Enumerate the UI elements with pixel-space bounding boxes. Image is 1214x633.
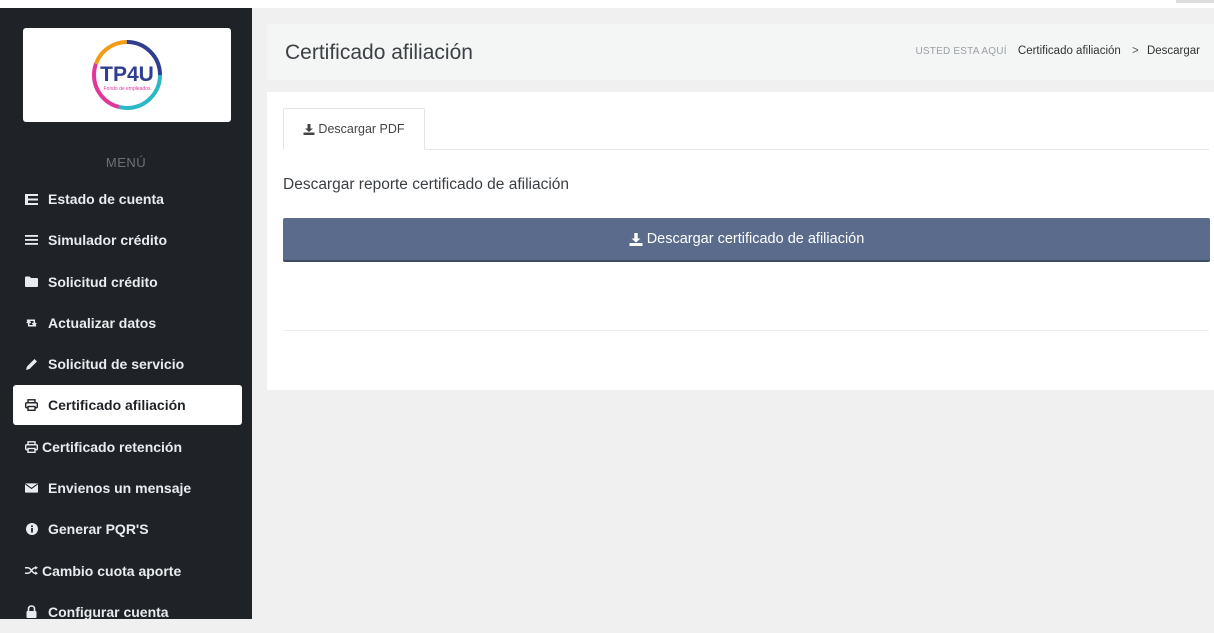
sidebar-item-certificado-retencion[interactable]: Certificado retención (13, 427, 242, 467)
sidebar-item-estado-de-cuenta[interactable]: Estado de cuenta (13, 179, 242, 219)
envelope-icon (25, 482, 38, 495)
sidebar-item-label: Solicitud crédito (48, 273, 158, 290)
sidebar-item-actualizar-datos[interactable]: Actualizar datos (13, 303, 242, 343)
download-icon (303, 123, 315, 135)
breadcrumb-here-label: USTED ESTA AQUÍ (915, 46, 1007, 57)
sidebar-item-generar-pqrs[interactable]: Generar PQR'S (13, 509, 242, 549)
tab-label: Descargar PDF (318, 122, 405, 136)
download-button-label: Descargar certificado de afiliación (646, 231, 865, 247)
list-icon (25, 193, 38, 206)
logo-text: TP4U (100, 63, 154, 86)
sidebar-item-simulador-credito[interactable]: Simulador crédito (13, 220, 242, 260)
tp4u-logo-icon: TP4U Fondo de empleados (92, 40, 162, 110)
folder-icon (25, 275, 38, 288)
sidebar-item-label: Envienos un mensaje (48, 480, 192, 497)
sidebar-item-label: Configurar cuenta (48, 603, 169, 620)
download-certificate-button[interactable]: Descargar certificado de afiliación (283, 218, 1210, 262)
info-circle-icon (25, 523, 38, 536)
content-panel: Descargar PDF Descargar reporte certific… (267, 92, 1214, 390)
page-title: Certificado afiliación (285, 41, 473, 64)
pencil-icon (25, 358, 38, 371)
retweet-icon (25, 316, 38, 329)
sidebar-item-label: Generar PQR'S (48, 521, 149, 538)
page-header: Certificado afiliación USTED ESTA AQUÍ C… (267, 24, 1214, 80)
sidebar-item-solicitud-de-servicio[interactable]: Solicitud de servicio (13, 344, 242, 384)
sidebar-item-cambio-cuota-aporte[interactable]: Cambio cuota aporte (13, 551, 242, 591)
download-icon (629, 232, 643, 246)
sidebar-item-solicitud-credito[interactable]: Solicitud crédito (13, 262, 242, 302)
sidebar-item-label: Certificado retención (42, 438, 183, 455)
lock-icon (25, 605, 38, 619)
logo-subtext: Fondo de empleados (104, 86, 151, 92)
print-icon (25, 440, 38, 453)
breadcrumb-item-descargar: Descargar (1146, 45, 1200, 57)
sidebar-item-label: Certificado afiliación (48, 397, 186, 414)
sidebar-item-label: Simulador crédito (48, 232, 168, 249)
breadcrumb-item-certificado[interactable]: Certificado afiliación (1018, 45, 1121, 57)
top-edge-line (1176, 0, 1214, 3)
section-description: Descargar reporte certificado de afiliac… (283, 176, 570, 193)
content-divider (283, 330, 1209, 331)
sidebar-item-label: Estado de cuenta (48, 191, 164, 207)
sidebar-item-label: Cambio cuota aporte (42, 562, 182, 579)
bars-icon (25, 234, 38, 247)
sidebar-item-certificado-afiliacion[interactable]: Certificado afiliación (13, 385, 242, 426)
sidebar-item-label: Actualizar datos (48, 314, 157, 331)
sidebar-item-configurar-cuenta[interactable]: Configurar cuenta (13, 592, 242, 632)
breadcrumb: USTED ESTA AQUÍ Certificado afiliación >… (916, 45, 1200, 57)
sidebar-item-label: Solicitud de servicio (48, 356, 185, 373)
top-strip (0, 0, 1214, 8)
random-icon (25, 564, 38, 577)
sidebar-menu: Estado de cuenta Simulador crédito Solic… (13, 179, 242, 633)
logo[interactable]: TP4U Fondo de empleados (23, 28, 231, 122)
tab-descargar-pdf[interactable]: Descargar PDF (283, 108, 425, 150)
sidebar: TP4U Fondo de empleados MENÚ Estado de c… (0, 8, 252, 620)
menu-title: MENÚ (105, 155, 147, 170)
breadcrumb-separator: > (1132, 45, 1139, 57)
print-icon (25, 399, 38, 412)
sidebar-item-envienos-un-mensaje[interactable]: Envienos un mensaje (13, 468, 242, 508)
